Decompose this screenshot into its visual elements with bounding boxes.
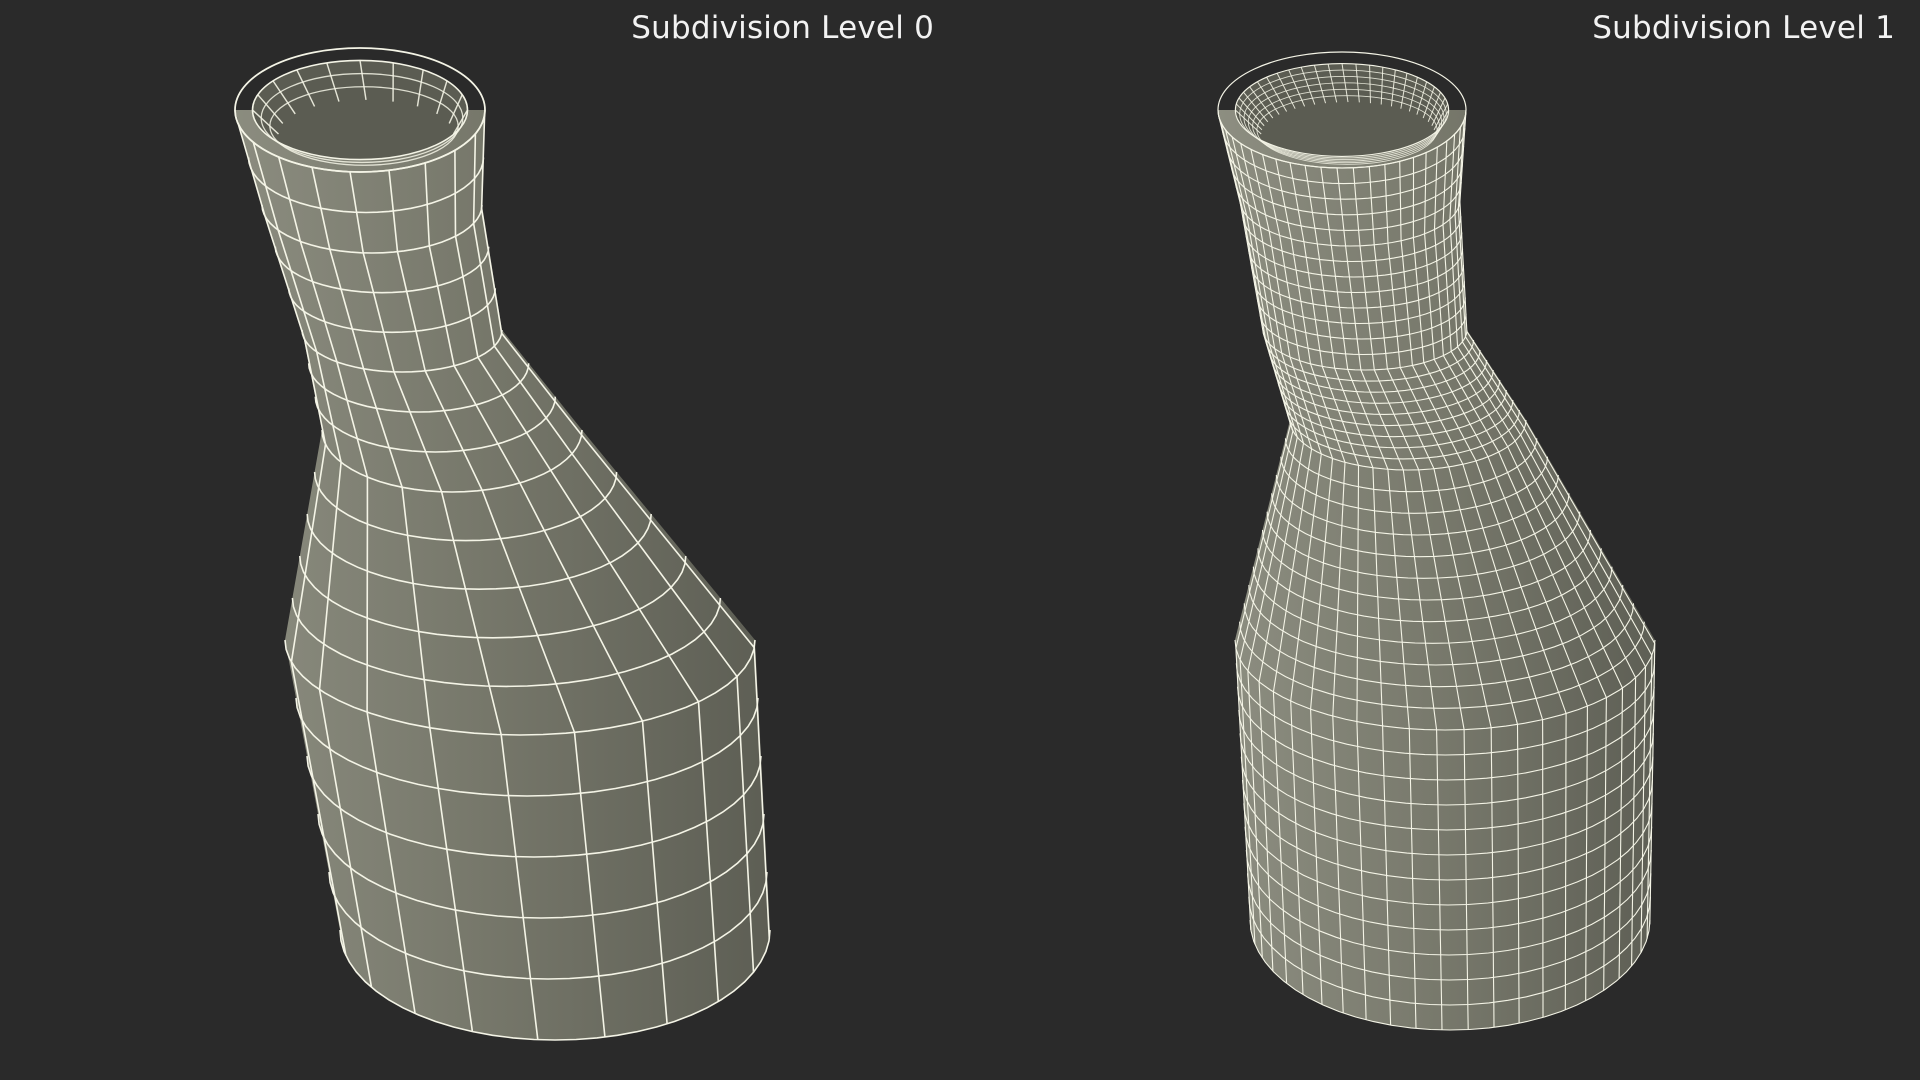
flask-mesh-level-1 (1217, 51, 1656, 1031)
viewport-label-right: Subdivision Level 1 (1592, 10, 1895, 46)
render-viewport (234, 47, 1656, 1041)
flask-mesh-level-0 (234, 47, 771, 1041)
render-stage: Subdivision Level 0 Subdivision Level 1 (0, 0, 1920, 1080)
flask-mouth-opening (251, 59, 469, 161)
viewport-label-left: Subdivision Level 0 (631, 10, 934, 46)
flask-body-surface (235, 110, 770, 1040)
